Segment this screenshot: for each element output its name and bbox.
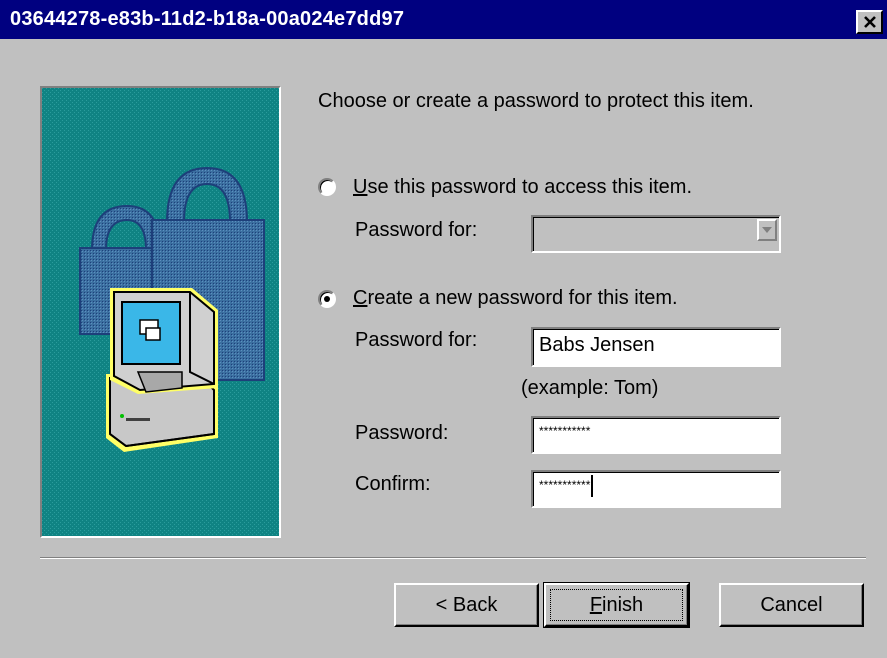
cancel-button[interactable]: Cancel	[719, 583, 864, 627]
password-for-dropdown[interactable]	[531, 215, 781, 253]
finish-button[interactable]: Finish	[543, 582, 690, 628]
back-button[interactable]: < Back	[394, 583, 539, 627]
close-icon	[863, 15, 876, 28]
use-password-radio[interactable]	[318, 178, 336, 196]
instruction-text: Choose or create a password to protect t…	[318, 90, 754, 112]
confirm-label: Confirm:	[355, 473, 431, 495]
dropdown-arrow-button[interactable]	[757, 219, 777, 241]
text-caret	[591, 474, 594, 497]
use-password-label[interactable]: Use this password to access this item.	[353, 176, 692, 199]
password-for-input[interactable]: Babs Jensen	[531, 327, 781, 367]
password-label: Password:	[355, 422, 449, 444]
title-bar: 03644278-e83b-11d2-b18a-00a024e7dd97	[0, 0, 887, 39]
create-password-radio[interactable]	[318, 290, 336, 308]
password-input[interactable]: ***********	[531, 416, 781, 454]
window-title: 03644278-e83b-11d2-b18a-00a024e7dd97	[10, 8, 405, 30]
dialog-body: Choose or create a password to protect t…	[0, 39, 887, 658]
confirm-input-value: ***********	[539, 478, 591, 492]
close-button[interactable]	[856, 10, 883, 34]
wizard-side-image	[40, 86, 281, 538]
create-password-for-label: Password for:	[355, 329, 478, 351]
create-password-label[interactable]: Create a new password for this item.	[353, 287, 678, 310]
computer-icon	[106, 288, 218, 452]
separator-line	[40, 557, 866, 559]
confirm-input[interactable]: ***********	[531, 470, 781, 508]
example-hint: (example: Tom)	[521, 377, 659, 399]
use-password-for-label: Password for:	[355, 219, 478, 241]
dropdown-arrow-icon	[762, 227, 772, 233]
